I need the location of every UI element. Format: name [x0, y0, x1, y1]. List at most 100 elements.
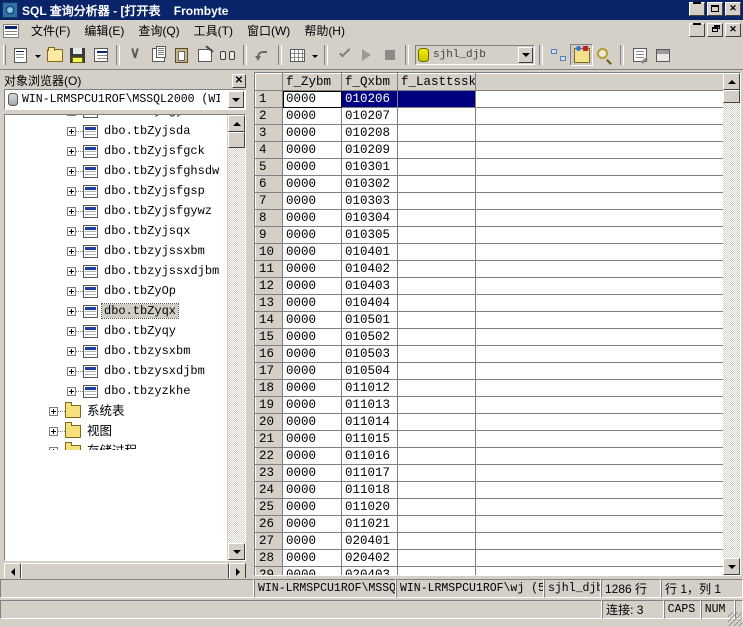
cell-f_Lasttssk[interactable]: [397, 532, 476, 550]
tree-item[interactable]: dbo.tbzysxdjbm: [5, 361, 229, 381]
cell-f_Qxbm[interactable]: 010208: [341, 124, 398, 142]
grid-vscrollbar[interactable]: [723, 73, 740, 575]
cell-f_Zybm[interactable]: 0000: [282, 192, 342, 210]
table-row[interactable]: 28 0000 020402: [255, 549, 724, 567]
table-row[interactable]: 18 0000 011012: [255, 379, 724, 397]
cell-f_Qxbm[interactable]: 010209: [341, 141, 398, 159]
tree-item[interactable]: dbo.tbZyjsfgywz: [5, 201, 229, 221]
cell-f_Lasttssk[interactable]: [397, 430, 476, 448]
cell-f_Zybm[interactable]: 0000: [282, 481, 342, 499]
stop-query-button[interactable]: [378, 44, 401, 66]
cell-f_Zybm[interactable]: 0000: [282, 107, 342, 125]
cell-f_Zybm[interactable]: 0000: [282, 396, 342, 414]
table-row[interactable]: 10 0000 010401: [255, 243, 724, 261]
tree-item[interactable]: dbo.tbzyzkhe: [5, 381, 229, 401]
table-row[interactable]: 20 0000 011014: [255, 413, 724, 431]
undo-button[interactable]: [251, 44, 274, 66]
cell-f_Zybm[interactable]: 0000: [282, 362, 342, 380]
cell-f_Zybm[interactable]: 0000: [282, 566, 342, 575]
table-row[interactable]: 2 0000 010207: [255, 107, 724, 125]
cell-f_Lasttssk[interactable]: [397, 243, 476, 261]
cell-f_Qxbm[interactable]: 011015: [341, 430, 398, 448]
execution-plan-button[interactable]: [547, 44, 570, 66]
cell-f_Zybm[interactable]: 0000: [282, 243, 342, 261]
tree-expander-plus-icon[interactable]: [67, 306, 76, 316]
table-row[interactable]: 6 0000 010302: [255, 175, 724, 193]
cell-f_Zybm[interactable]: 0000: [282, 498, 342, 516]
save-query-button[interactable]: [66, 44, 89, 66]
database-combo-arrow[interactable]: [518, 47, 533, 63]
menu-query[interactable]: 查询(Q): [131, 20, 186, 41]
clear-window-button[interactable]: [193, 44, 216, 66]
row-header[interactable]: 3: [255, 124, 283, 142]
grid-scroll-thumb[interactable]: [723, 90, 740, 103]
cell-f_Lasttssk[interactable]: [397, 260, 476, 278]
tree-expander-plus-icon[interactable]: [67, 366, 76, 376]
results-in-grid-button[interactable]: [286, 44, 309, 66]
table-row[interactable]: 16 0000 010503: [255, 345, 724, 363]
tree-expander-plus-icon[interactable]: [67, 386, 76, 396]
cell-f_Zybm[interactable]: 0000: [282, 294, 342, 312]
cell-f_Zybm[interactable]: 0000: [282, 430, 342, 448]
row-header[interactable]: 29: [255, 566, 283, 575]
cell-f_Lasttssk[interactable]: [397, 498, 476, 516]
scroll-thumb[interactable]: [228, 132, 245, 148]
cell-f_Lasttssk[interactable]: [397, 549, 476, 567]
cut-button[interactable]: [124, 44, 147, 66]
cell-f_Zybm[interactable]: 0000: [282, 464, 342, 482]
cell-f_Zybm[interactable]: 0000: [282, 379, 342, 397]
cell-f_Qxbm[interactable]: 010303: [341, 192, 398, 210]
tree-expander-plus-icon[interactable]: [67, 286, 76, 296]
table-row[interactable]: 23 0000 011017: [255, 464, 724, 482]
tree-expander-plus-icon[interactable]: [67, 346, 76, 356]
row-header[interactable]: 25: [255, 498, 283, 516]
grid-col-f_Qxbm[interactable]: f_Qxbm: [341, 73, 398, 91]
cell-f_Zybm[interactable]: 0000: [282, 328, 342, 346]
row-header[interactable]: 26: [255, 515, 283, 533]
tree-expander-plus-icon[interactable]: [67, 186, 76, 196]
tree-expander-plus-icon[interactable]: [67, 206, 76, 216]
execute-query-button[interactable]: [355, 44, 378, 66]
window-resize-grip[interactable]: [728, 612, 742, 626]
table-row[interactable]: 5 0000 010301: [255, 158, 724, 176]
grid-corner-header[interactable]: [255, 73, 283, 91]
row-header[interactable]: 22: [255, 447, 283, 465]
cell-f_Lasttssk[interactable]: [397, 158, 476, 176]
insert-template-button[interactable]: [89, 44, 112, 66]
tree-item[interactable]: dbo.tbZyjsfghsdw: [5, 161, 229, 181]
cell-f_Qxbm[interactable]: 010401: [341, 243, 398, 261]
row-header[interactable]: 8: [255, 209, 283, 227]
tree-expander-plus-icon[interactable]: [67, 326, 76, 336]
cell-f_Zybm[interactable]: 0000: [282, 209, 342, 227]
cell-f_Qxbm[interactable]: 020402: [341, 549, 398, 567]
tree-expander-plus-icon[interactable]: [67, 226, 76, 236]
cell-f_Lasttssk[interactable]: [397, 328, 476, 346]
row-header[interactable]: 12: [255, 277, 283, 295]
cell-f_Lasttssk[interactable]: [397, 566, 476, 575]
tree-item[interactable]: dbo.tbZyqy: [5, 321, 229, 341]
menu-window[interactable]: 窗口(W): [240, 20, 297, 41]
tree-expander-plus-icon[interactable]: [67, 115, 76, 116]
tree-item[interactable]: dbo.tbzysxbm: [5, 341, 229, 361]
cell-f_Qxbm[interactable]: 010305: [341, 226, 398, 244]
tree-item[interactable]: 存储过程: [5, 441, 229, 450]
cell-f_Qxbm[interactable]: 011014: [341, 413, 398, 431]
row-header[interactable]: 23: [255, 464, 283, 482]
cell-f_Lasttssk[interactable]: [397, 277, 476, 295]
row-header[interactable]: 16: [255, 345, 283, 363]
show-results-pane-button[interactable]: [651, 44, 674, 66]
menu-edit[interactable]: 编辑(E): [77, 20, 131, 41]
cell-f_Lasttssk[interactable]: [397, 294, 476, 312]
table-row[interactable]: 25 0000 011020: [255, 498, 724, 516]
cell-f_Zybm[interactable]: 0000: [282, 311, 342, 329]
table-row[interactable]: 4 0000 010209: [255, 141, 724, 159]
cell-f_Zybm[interactable]: 0000: [282, 549, 342, 567]
cell-f_Qxbm[interactable]: 011020: [341, 498, 398, 516]
grid-scroll-up-button[interactable]: [723, 73, 740, 90]
cell-f_Lasttssk[interactable]: [397, 311, 476, 329]
object-search-button[interactable]: [593, 44, 616, 66]
cell-f_Zybm[interactable]: 0000: [282, 532, 342, 550]
cell-f_Lasttssk[interactable]: [397, 175, 476, 193]
row-header[interactable]: 5: [255, 158, 283, 176]
cell-f_Lasttssk[interactable]: [397, 464, 476, 482]
